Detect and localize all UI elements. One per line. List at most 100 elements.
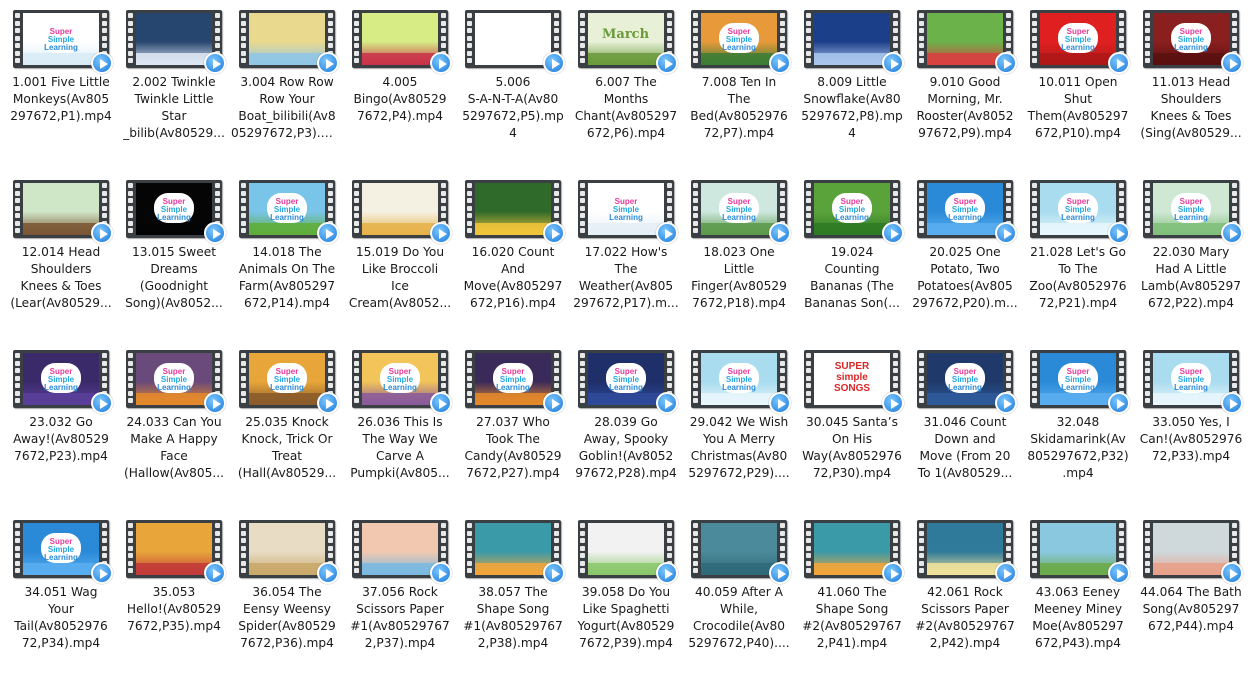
video-thumbnail[interactable]: Super Simple Learning xyxy=(691,350,791,414)
video-thumbnail[interactable] xyxy=(352,180,452,244)
video-file-item[interactable]: 15.019 Do You Like Broccoli Ice Cream(Av805… xyxy=(344,173,456,341)
video-file-item[interactable]: 37.056 Rock Scissors Paper #1(Av80529767 2,… xyxy=(344,513,456,681)
video-thumbnail[interactable] xyxy=(126,520,226,584)
video-file-item[interactable]: Super Simple Learning 11.013 Head Shoulders K… xyxy=(1135,3,1247,171)
video-file-item[interactable]: 39.058 Do You Like Spaghetti Yogurt(Av8052… xyxy=(570,513,682,681)
video-thumbnail[interactable] xyxy=(465,520,565,584)
thumbnail-image xyxy=(701,523,777,575)
video-file-item[interactable]: 40.059 After A While, Crocodile(Av80 529767… xyxy=(683,513,795,681)
video-thumbnail[interactable]: Super Simple Learning xyxy=(1143,180,1243,244)
super-simple-learning-logo: Super Simple Learning xyxy=(41,363,81,393)
video-file-item[interactable]: Super Simple Learning 21.028 Let's Go To The… xyxy=(1022,173,1134,341)
logo-text: Learning xyxy=(1174,43,1208,52)
video-thumbnail[interactable] xyxy=(13,180,113,244)
video-thumbnail[interactable]: Super Simple Learning xyxy=(578,180,678,244)
video-thumbnail[interactable] xyxy=(917,520,1017,584)
video-file-item[interactable]: 41.060 The Shape Song #2(Av80529767 2,P41).… xyxy=(796,513,908,681)
video-file-item[interactable]: 36.054 The Eensy Weensy Spider(Av80529 7672… xyxy=(231,513,343,681)
video-file-item[interactable]: Super Simple Learning 25.035 Knock Knock, Tr… xyxy=(231,343,343,511)
video-thumbnail[interactable] xyxy=(465,10,565,74)
video-thumbnail[interactable]: Super Simple Learning xyxy=(917,350,1017,414)
video-thumbnail[interactable]: Super Simple Learning xyxy=(1030,10,1130,74)
video-thumbnail[interactable] xyxy=(691,520,791,584)
video-file-item[interactable]: Super Simple Learning 27.037 Who Took The Can… xyxy=(457,343,569,511)
video-file-item[interactable]: Super Simple Learning 34.051 Wag Your Tail(Av… xyxy=(5,513,117,681)
video-thumbnail[interactable]: Super Simple Learning xyxy=(917,180,1017,244)
thumbnail-image xyxy=(814,523,890,575)
video-file-item[interactable]: Super Simple Learning 24.033 Can You Make A … xyxy=(118,343,230,511)
video-thumbnail[interactable]: Super Simple Learning xyxy=(465,350,565,414)
video-thumbnail[interactable]: Super Simple Learning xyxy=(691,10,791,74)
file-name-line: 297672,P1).mp4 xyxy=(10,109,112,123)
video-file-item[interactable]: 38.057 The Shape Song #1(Av80529767 2,P38).… xyxy=(457,513,569,681)
video-thumbnail[interactable] xyxy=(578,520,678,584)
file-name-line: 3.004 Row Row xyxy=(240,75,334,89)
video-file-item[interactable]: Super Simple Learning 22.030 Mary Had A Litt… xyxy=(1135,173,1247,341)
video-thumbnail[interactable] xyxy=(804,520,904,584)
video-file-item[interactable]: 35.053 Hello!(Av80529 7672,P35).mp4 xyxy=(118,513,230,681)
video-thumbnail[interactable] xyxy=(239,10,339,74)
video-file-item[interactable]: 8.009 Little Snowflake(Av80 5297672,P8).mp… xyxy=(796,3,908,171)
video-file-item[interactable]: March 6.007 The Months Chant(Av805297 672,P6… xyxy=(570,3,682,171)
video-file-item[interactable]: Super Simple Learning 19.024 Counting Bananas… xyxy=(796,173,908,341)
video-thumbnail[interactable]: Super Simple Learning xyxy=(804,180,904,244)
thumbnail-image xyxy=(927,13,1003,65)
video-thumbnail[interactable]: SUPER simple SONGS xyxy=(804,350,904,414)
video-thumbnail[interactable]: Super Simple Learning xyxy=(1143,350,1243,414)
video-thumbnail[interactable]: Super Simple Learning xyxy=(352,350,452,414)
video-file-item[interactable]: Super Simple Learning 26.036 This Is The Way… xyxy=(344,343,456,511)
video-thumbnail[interactable]: Super Simple Learning xyxy=(13,350,113,414)
video-file-item[interactable]: 16.020 Count And Move(Av805297 672,P16).mp4 xyxy=(457,173,569,341)
video-file-item[interactable]: 42.061 Rock Scissors Paper #2(Av80529767 2,… xyxy=(909,513,1021,681)
video-file-item[interactable]: Super Simple Learning 28.039 Go Away, Spooky… xyxy=(570,343,682,511)
video-thumbnail[interactable]: Super Simple Learning xyxy=(126,350,226,414)
video-thumbnail[interactable] xyxy=(1143,520,1243,584)
video-thumbnail[interactable]: Super Simple Learning xyxy=(126,180,226,244)
video-thumbnail[interactable]: Super Simple Learning xyxy=(1030,350,1130,414)
video-file-item[interactable]: 3.004 Row Row Row Your Boat_bilibili(Av8 05… xyxy=(231,3,343,171)
video-file-item[interactable]: Super Simple Learning 23.032 Go Away!(Av8052… xyxy=(5,343,117,511)
video-thumbnail[interactable]: Super Simple Learning xyxy=(1030,180,1130,244)
video-file-item[interactable]: 5.006 S-A-N-T-A(Av80 5297672,P5).mp 4 xyxy=(457,3,569,171)
video-thumbnail[interactable]: Super Simple Learning xyxy=(239,180,339,244)
video-file-item[interactable]: 2.002 Twinkle Twinkle Little Star _bilib(Av… xyxy=(118,3,230,171)
video-file-item[interactable]: Super Simple Learning 33.050 Yes, I Can!(Av8… xyxy=(1135,343,1247,511)
video-file-item[interactable]: Super Simple Learning 1.001 Five Little Monk… xyxy=(5,3,117,171)
video-thumbnail[interactable] xyxy=(465,180,565,244)
video-thumbnail[interactable]: Super Simple Learning xyxy=(13,10,113,74)
video-file-item[interactable]: Super Simple Learning 14.018 The Animals On … xyxy=(231,173,343,341)
video-file-item[interactable]: Super Simple Learning 29.042 We Wish You A M… xyxy=(683,343,795,511)
video-file-item[interactable]: SUPER simple SONGS 30.045 Santa’s On His Wa… xyxy=(796,343,908,511)
video-thumbnail[interactable]: Super Simple Learning xyxy=(1143,10,1243,74)
video-file-item[interactable]: 9.010 Good Morning, Mr. Rooster(Av8052 9767… xyxy=(909,3,1021,171)
video-file-item[interactable]: 4.005 Bingo(Av80529 7672,P4).mp4 xyxy=(344,3,456,171)
thumbnail-scenery xyxy=(362,563,438,575)
file-name-line: 4 xyxy=(509,126,517,140)
video-thumbnail[interactable] xyxy=(352,10,452,74)
video-thumbnail[interactable] xyxy=(1030,520,1130,584)
video-thumbnail[interactable]: Super Simple Learning xyxy=(691,180,791,244)
video-file-item[interactable]: Super Simple Learning 31.046 Count Down and M… xyxy=(909,343,1021,511)
video-thumbnail[interactable] xyxy=(239,520,339,584)
video-file-item[interactable]: Super Simple Learning 18.023 One Little Finge… xyxy=(683,173,795,341)
play-icon xyxy=(882,52,904,74)
video-thumbnail[interactable]: Super Simple Learning xyxy=(578,350,678,414)
video-file-item[interactable]: Super Simple Learning 17.022 How's The Weathe… xyxy=(570,173,682,341)
video-thumbnail[interactable]: March xyxy=(578,10,678,74)
video-file-item[interactable]: Super Simple Learning 7.008 Ten In The Bed(Av… xyxy=(683,3,795,171)
video-thumbnail[interactable]: Super Simple Learning xyxy=(239,350,339,414)
file-name-line: To The xyxy=(1058,262,1098,276)
video-file-item[interactable]: 44.064 The Bath Song(Av805297 672,P44).mp4 xyxy=(1135,513,1247,681)
film-sprocket-holes xyxy=(126,13,135,65)
video-file-item[interactable]: 43.063 Eeney Meeney Miney Moe(Av805297 672,… xyxy=(1022,513,1134,681)
video-thumbnail[interactable]: Super Simple Learning xyxy=(13,520,113,584)
video-file-item[interactable]: Super Simple Learning 32.048 Skidamarink(Av 8… xyxy=(1022,343,1134,511)
video-thumbnail[interactable] xyxy=(917,10,1017,74)
video-file-item[interactable]: Super Simple Learning 10.011 Open Shut Them(A… xyxy=(1022,3,1134,171)
video-file-item[interactable]: 12.014 Head Shoulders Knees & Toes (Lear(Av… xyxy=(5,173,117,341)
video-thumbnail[interactable] xyxy=(804,10,904,74)
video-file-item[interactable]: Super Simple Learning 13.015 Sweet Dreams (Go… xyxy=(118,173,230,341)
video-thumbnail[interactable] xyxy=(352,520,452,584)
video-file-item[interactable]: Super Simple Learning 20.025 One Potato, Two… xyxy=(909,173,1021,341)
video-thumbnail[interactable] xyxy=(126,10,226,74)
